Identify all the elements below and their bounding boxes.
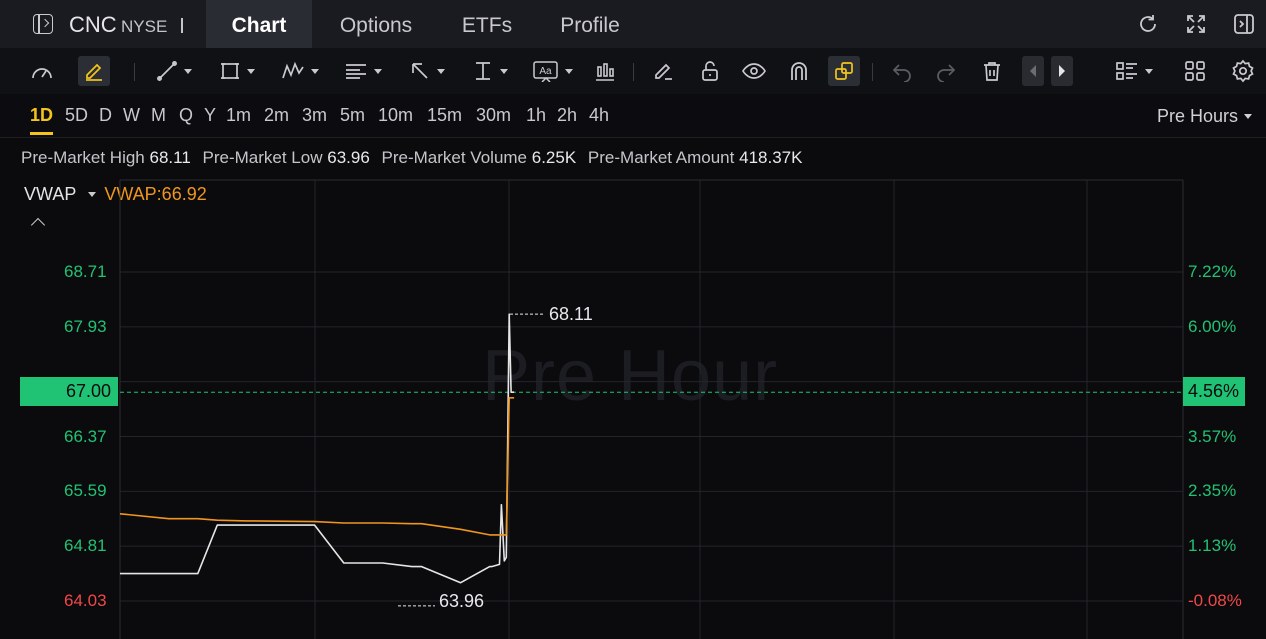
- trend-line-icon[interactable]: [152, 56, 196, 86]
- fullscreen-icon[interactable]: [1185, 13, 1207, 35]
- sync-icon[interactable]: [828, 56, 860, 86]
- low-label: Pre-Market Low: [202, 148, 323, 167]
- high-label: Pre-Market High: [21, 148, 145, 167]
- toolbar-divider: [134, 63, 135, 81]
- timeframe-1h[interactable]: 1h: [526, 105, 546, 126]
- session-watermark: Pre Hour: [482, 336, 779, 416]
- symbol-code: CNC: [69, 12, 117, 37]
- y-tick-left: 67.93: [64, 316, 107, 336]
- timeframe-bar: 1D 5D D W M Q Y 1m 2m 3m 5m 10m 15m 30m …: [0, 94, 1266, 138]
- session-dropdown[interactable]: Pre Hours: [1157, 106, 1252, 127]
- y-tick-right: 1.13%: [1188, 536, 1237, 556]
- scroll-left-icon[interactable]: [1022, 56, 1044, 86]
- eraser-icon[interactable]: [650, 56, 676, 86]
- y-tick-right: 6.00%: [1188, 316, 1237, 336]
- timeframe-2h[interactable]: 2h: [557, 105, 577, 126]
- collapse-panel-icon[interactable]: [1233, 13, 1255, 35]
- tab-profile[interactable]: Profile: [547, 0, 633, 48]
- timeframe-1m[interactable]: 1m: [226, 105, 251, 126]
- current-change-tag: 4.56%: [1183, 377, 1245, 406]
- y-tick-left: 64.81: [64, 536, 107, 556]
- y-tick-left: 68.71: [64, 262, 107, 281]
- chevron-down-icon[interactable]: [88, 192, 97, 197]
- y-tick-right: 7.22%: [1188, 262, 1237, 281]
- timeframe-5d[interactable]: 5D: [65, 105, 88, 126]
- timeframe-y[interactable]: Y: [204, 105, 216, 126]
- low-value: 63.96: [327, 148, 370, 167]
- volume-value: 6.25K: [531, 148, 577, 167]
- settings-icon[interactable]: [1230, 56, 1256, 86]
- amount-value: 418.37K: [739, 148, 803, 167]
- current-price-tag: 67.00: [20, 377, 118, 406]
- tab-chart[interactable]: Chart: [206, 0, 312, 48]
- timeframe-w[interactable]: W: [123, 105, 140, 126]
- symbol-divider: [181, 18, 183, 33]
- timeframe-d[interactable]: D: [99, 105, 112, 126]
- pattern-icon[interactable]: [277, 56, 323, 86]
- magnet-icon[interactable]: [786, 56, 812, 86]
- delete-icon[interactable]: [979, 56, 1005, 86]
- timeframe-1d[interactable]: 1D: [30, 105, 54, 135]
- layout-list-icon[interactable]: [1110, 56, 1158, 86]
- low-annotation: 63.96: [439, 591, 485, 611]
- indicator-value: VWAP:66.92: [104, 184, 207, 204]
- y-tick-left: 64.03: [64, 591, 107, 610]
- fibonacci-icon[interactable]: [341, 56, 385, 86]
- premarket-stats: Pre-Market High 68.11 Pre-Market Low 63.…: [21, 148, 809, 168]
- indicator-legend[interactable]: VWAP VWAP:66.92: [24, 184, 207, 205]
- timeframe-q[interactable]: Q: [179, 105, 193, 126]
- scroll-right-icon[interactable]: [1051, 56, 1073, 86]
- draw-mode-icon[interactable]: [78, 56, 110, 86]
- tab-etfs[interactable]: ETFs: [447, 0, 527, 48]
- expand-sidebar-icon[interactable]: [33, 14, 53, 34]
- redo-icon[interactable]: [933, 56, 959, 86]
- timeframe-2m[interactable]: 2m: [264, 105, 289, 126]
- toolbar-divider: [872, 63, 873, 81]
- timeframe-m[interactable]: M: [151, 105, 166, 126]
- measure-icon[interactable]: [468, 56, 512, 86]
- timeframe-30m[interactable]: 30m: [476, 105, 511, 126]
- timeframe-3m[interactable]: 3m: [302, 105, 327, 126]
- top-bar: CNC NYSE Chart Options ETFs Profile: [0, 0, 1266, 48]
- indicator-icon[interactable]: [592, 56, 618, 86]
- y-tick-right: 3.57%: [1188, 426, 1237, 446]
- speed-gauge-icon[interactable]: [28, 56, 56, 86]
- y-tick-right: -0.08%: [1188, 591, 1242, 610]
- chevron-down-icon: [1244, 114, 1252, 119]
- timeframe-4h[interactable]: 4h: [589, 105, 609, 126]
- refresh-icon[interactable]: [1137, 13, 1159, 35]
- y-tick-right: 2.35%: [1188, 481, 1237, 501]
- text-icon[interactable]: Aa: [529, 56, 577, 86]
- y-tick-left: 65.59: [64, 481, 107, 501]
- volume-label: Pre-Market Volume: [381, 148, 528, 167]
- amount-label: Pre-Market Amount: [587, 148, 735, 167]
- price-line: [120, 313, 515, 584]
- arrow-icon[interactable]: [404, 56, 450, 86]
- timeframe-10m[interactable]: 10m: [378, 105, 413, 126]
- rectangle-icon[interactable]: [214, 56, 260, 86]
- chevron-up-icon[interactable]: [30, 217, 46, 233]
- undo-icon[interactable]: [889, 56, 915, 86]
- visibility-icon[interactable]: [741, 56, 767, 86]
- toolbar-divider: [633, 63, 634, 81]
- high-value: 68.11: [149, 148, 191, 167]
- lock-icon[interactable]: [697, 56, 723, 86]
- drawing-toolbar: Aa: [0, 48, 1266, 94]
- timeframe-5m[interactable]: 5m: [340, 105, 365, 126]
- vwap-line: [119, 396, 515, 536]
- grid-icon[interactable]: [1182, 56, 1208, 86]
- symbol-exchange: NYSE: [121, 17, 168, 36]
- text-tool-label: Aa: [539, 66, 552, 77]
- tab-options[interactable]: Options: [323, 0, 429, 48]
- timeframe-15m[interactable]: 15m: [427, 105, 462, 126]
- y-tick-left: 66.37: [64, 426, 107, 446]
- high-annotation: 68.11: [549, 304, 593, 324]
- session-label: Pre Hours: [1156, 106, 1238, 126]
- indicator-name: VWAP: [24, 184, 77, 204]
